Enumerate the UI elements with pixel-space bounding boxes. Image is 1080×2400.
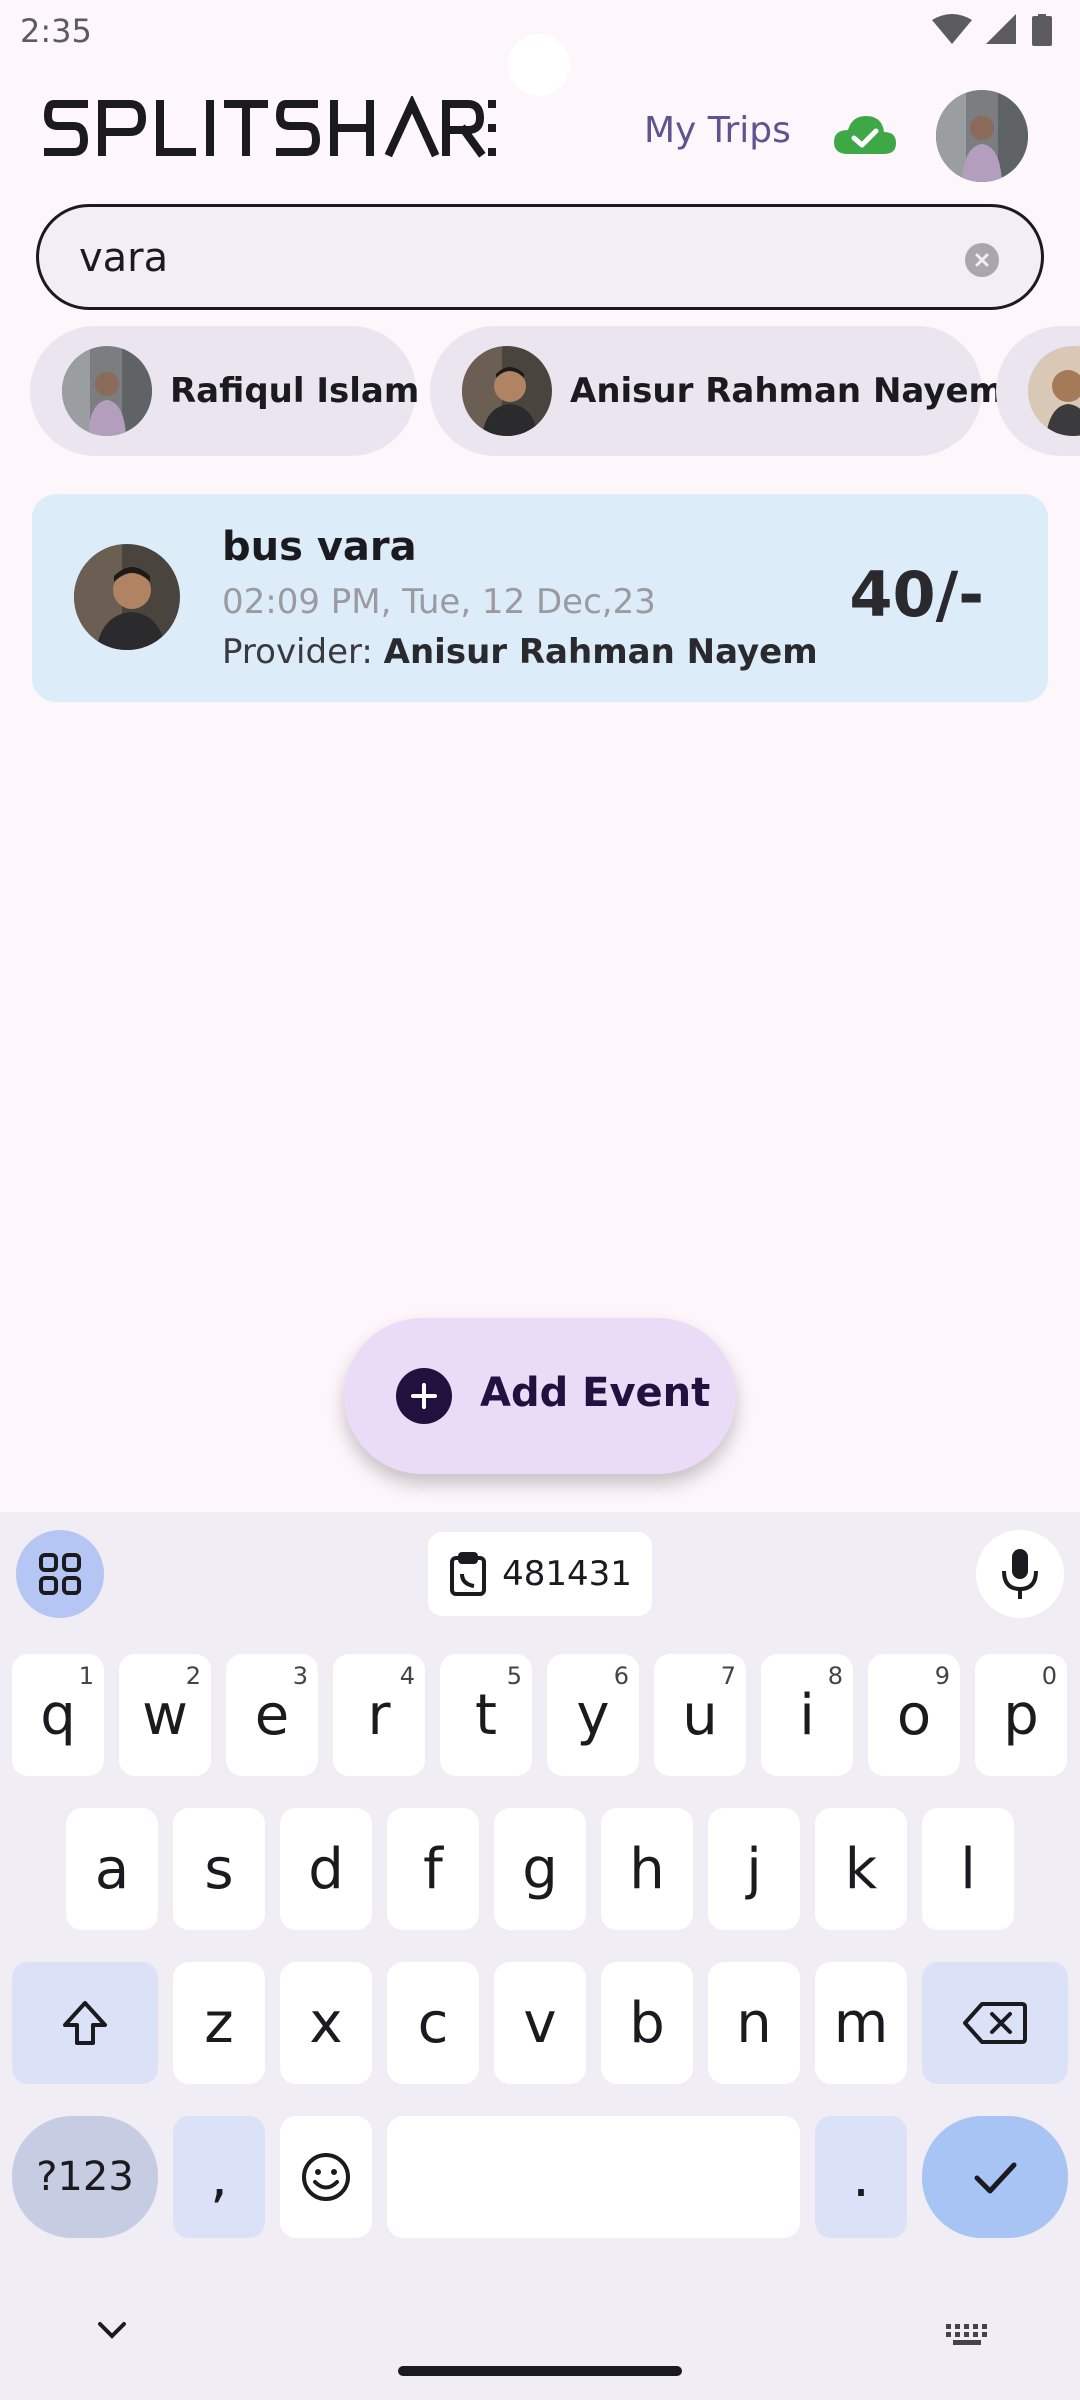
add-event-label: Add Event bbox=[480, 1370, 711, 1416]
app-logo bbox=[44, 96, 496, 158]
key-d[interactable]: d bbox=[280, 1808, 372, 1930]
search-bar[interactable] bbox=[36, 204, 1044, 310]
key-v[interactable]: v bbox=[494, 1962, 586, 2084]
key-a[interactable]: a bbox=[66, 1808, 158, 1930]
search-input[interactable] bbox=[79, 233, 959, 283]
camera-cutout bbox=[508, 34, 570, 96]
person-chip[interactable]: Rafiqul Islam bbox=[30, 326, 420, 456]
battery-icon bbox=[1032, 14, 1052, 46]
status-icons bbox=[932, 14, 1052, 46]
add-event-button[interactable]: Add Event bbox=[344, 1318, 736, 1474]
cloud-check-icon[interactable] bbox=[832, 112, 898, 156]
key-f[interactable]: f bbox=[387, 1808, 479, 1930]
person-chip-name: Rafiqul Islam bbox=[170, 371, 420, 411]
key-c[interactable]: c bbox=[387, 1962, 479, 2084]
symbols-key[interactable]: ?123 bbox=[12, 2116, 158, 2238]
clipboard-icon bbox=[450, 1552, 487, 1596]
key-z[interactable]: z bbox=[173, 1962, 265, 2084]
emoji-key[interactable] bbox=[280, 2116, 372, 2238]
key-t[interactable]: t5 bbox=[440, 1654, 532, 1776]
key-w[interactable]: w2 bbox=[119, 1654, 211, 1776]
keyboard-switch-icon[interactable] bbox=[944, 2322, 990, 2348]
shift-icon bbox=[63, 2001, 107, 2045]
wifi-icon bbox=[932, 14, 972, 44]
key-i[interactable]: i8 bbox=[761, 1654, 853, 1776]
key-l[interactable]: l bbox=[922, 1808, 1014, 1930]
key-b[interactable]: b bbox=[601, 1962, 693, 2084]
avatar bbox=[1028, 346, 1080, 436]
key-k[interactable]: k bbox=[815, 1808, 907, 1930]
clipboard-suggestion[interactable]: 481431 bbox=[428, 1532, 652, 1616]
key-n[interactable]: n bbox=[708, 1962, 800, 2084]
backspace-key[interactable] bbox=[922, 1962, 1068, 2084]
shift-key[interactable] bbox=[12, 1962, 158, 2084]
expense-title: bus vara bbox=[222, 524, 417, 570]
key-s[interactable]: s bbox=[173, 1808, 265, 1930]
avatar bbox=[62, 346, 152, 436]
period-key[interactable]: . bbox=[815, 2116, 907, 2238]
key-x[interactable]: x bbox=[280, 1962, 372, 2084]
avatar bbox=[74, 544, 180, 650]
space-key[interactable] bbox=[387, 2116, 800, 2238]
provider-name: Anisur Rahman Nayem bbox=[383, 632, 818, 672]
hide-keyboard-icon[interactable] bbox=[96, 2320, 128, 2340]
key-m[interactable]: m bbox=[815, 1962, 907, 2084]
key-j[interactable]: j bbox=[708, 1808, 800, 1930]
comma-key[interactable]: , bbox=[173, 2116, 265, 2238]
emoji-icon bbox=[302, 2153, 350, 2201]
status-time: 2:35 bbox=[20, 12, 92, 50]
backspace-icon bbox=[963, 2002, 1027, 2044]
signal-icon bbox=[986, 14, 1016, 44]
plus-icon bbox=[396, 1368, 452, 1424]
expense-datetime: 02:09 PM, Tue, 12 Dec,23 bbox=[222, 582, 656, 622]
person-chip[interactable]: Anisur Rahman Nayem bbox=[430, 326, 1004, 456]
on-screen-keyboard: 481431 q1 w2 e3 r4 t5 y6 u7 i8 o9 p0 a s… bbox=[0, 1512, 1080, 2400]
key-u[interactable]: u7 bbox=[654, 1654, 746, 1776]
key-o[interactable]: o9 bbox=[868, 1654, 960, 1776]
key-q[interactable]: q1 bbox=[12, 1654, 104, 1776]
key-p[interactable]: p0 bbox=[975, 1654, 1067, 1776]
key-h[interactable]: h bbox=[601, 1808, 693, 1930]
provider-label: Provider: bbox=[222, 632, 373, 672]
keyboard-apps-icon[interactable] bbox=[16, 1530, 104, 1618]
microphone-icon[interactable] bbox=[976, 1530, 1064, 1618]
expense-card[interactable]: bus vara 02:09 PM, Tue, 12 Dec,23 Provid… bbox=[32, 494, 1048, 702]
clear-search-icon[interactable] bbox=[965, 243, 999, 277]
expense-amount: 40/- bbox=[849, 558, 984, 631]
key-g[interactable]: g bbox=[494, 1808, 586, 1930]
expense-provider: Provider: Anisur Rahman Nayem bbox=[222, 632, 818, 672]
checkmark-icon bbox=[974, 2162, 1017, 2194]
profile-avatar[interactable] bbox=[936, 90, 1028, 182]
key-r[interactable]: r4 bbox=[333, 1654, 425, 1776]
enter-key[interactable] bbox=[922, 2116, 1068, 2238]
person-chip-name: Anisur Rahman Nayem bbox=[570, 371, 1004, 411]
people-filter-row: Rafiqul Islam Anisur Rahman Nayem bbox=[30, 326, 1080, 456]
key-e[interactable]: e3 bbox=[226, 1654, 318, 1776]
clipboard-text: 481431 bbox=[502, 1554, 632, 1594]
gesture-nav-handle[interactable] bbox=[398, 2366, 682, 2376]
person-chip[interactable] bbox=[996, 326, 1080, 456]
avatar bbox=[462, 346, 552, 436]
my-trips-link[interactable]: My Trips bbox=[644, 110, 791, 151]
key-y[interactable]: y6 bbox=[547, 1654, 639, 1776]
